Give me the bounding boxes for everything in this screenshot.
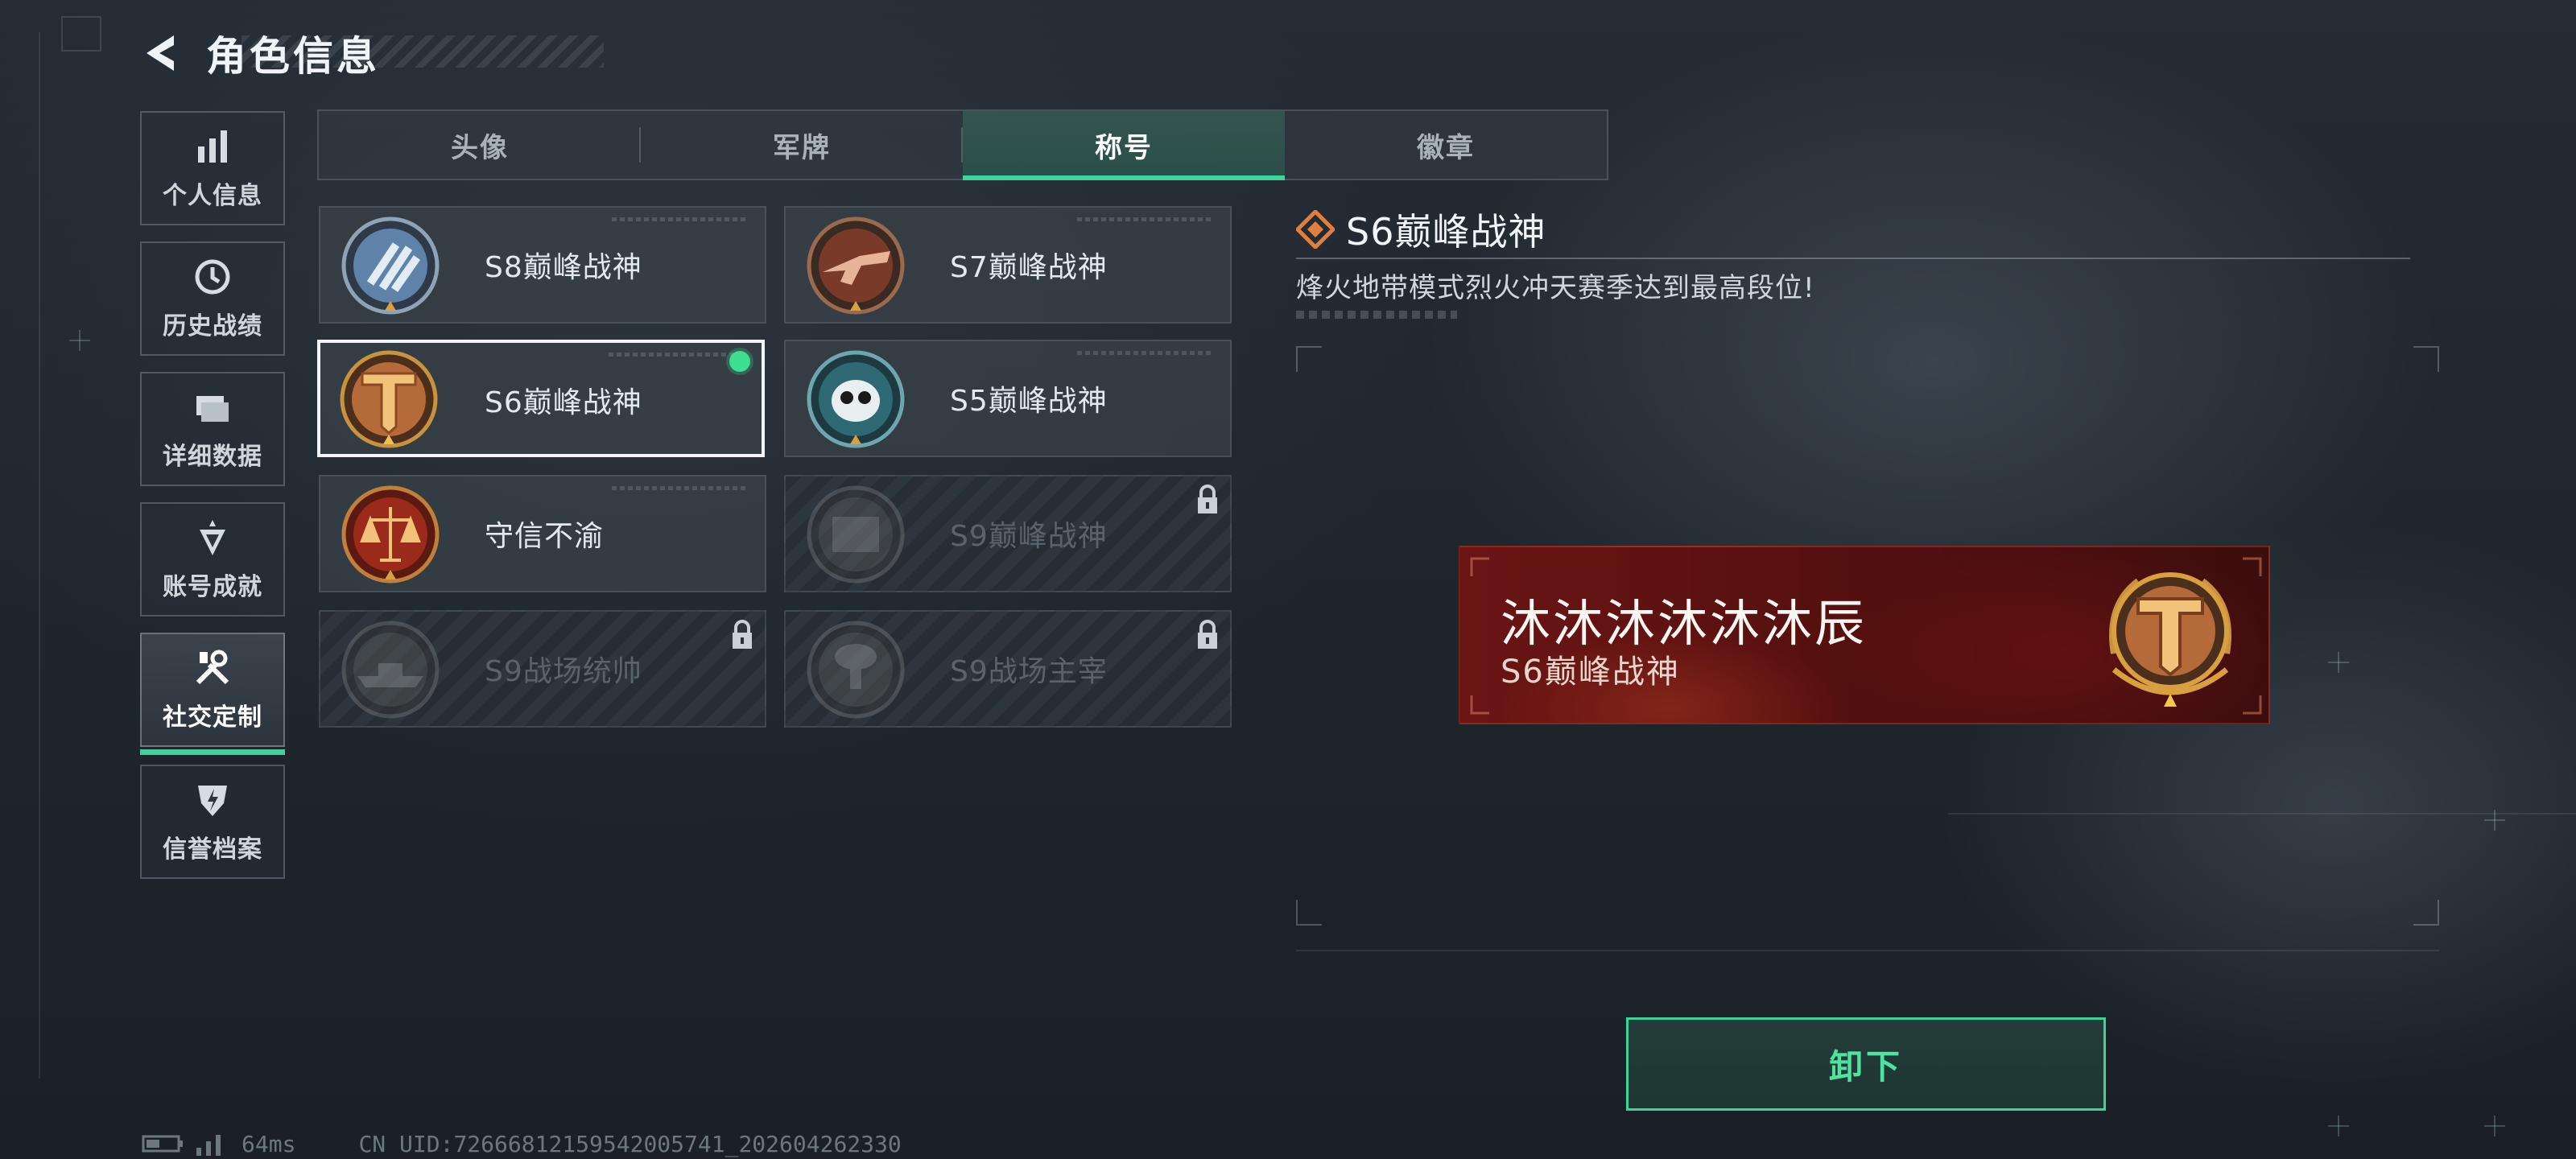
s7-emblem-icon [807, 217, 905, 315]
title-card-s6[interactable]: S6巅峰战神 [317, 340, 765, 457]
frame-corner [1296, 900, 1322, 926]
tab-avatar[interactable]: 头像 [319, 111, 641, 179]
s5-emblem-icon [807, 350, 905, 448]
status-bar: 64ms CN UID:72666812159542005741_2026042… [142, 1130, 902, 1157]
title-card-s8[interactable]: S8巅峰战神 [319, 206, 766, 324]
scales-emblem-icon [341, 485, 440, 584]
title-card-name: S9战场主宰 [950, 655, 1108, 688]
title-card-s9[interactable]: S9巅峰战神 [784, 475, 1232, 592]
warship-emblem-icon [341, 621, 440, 719]
detail-header: S6巅峰战神 [1296, 201, 2410, 259]
s9-emblem-icon [807, 485, 905, 584]
detail-description: 烽火地带模式烈火冲天赛季达到最高段位! [1296, 272, 1815, 304]
title-card-name: 守信不渝 [485, 520, 605, 553]
sidebar-item-label: 个人信息 [163, 182, 262, 210]
hud-line [39, 32, 40, 1079]
title-card-name: S5巅峰战神 [950, 385, 1108, 418]
card-code-decoration [612, 486, 749, 490]
tab-dog-tag[interactable]: 军牌 [641, 111, 963, 179]
tab-bar: 头像 军牌 称号 徽章 [317, 109, 1608, 180]
lock-icon [1198, 485, 1217, 514]
diamond-title-icon [1296, 210, 1335, 249]
title-card-name: S8巅峰战神 [485, 251, 642, 284]
back-arrow-icon[interactable] [138, 29, 187, 77]
lock-icon [733, 620, 752, 649]
s6-emblem-icon [340, 350, 438, 448]
title-card-name: S9巅峰战神 [950, 520, 1108, 553]
sidebar-item-label: 社交定制 [163, 703, 262, 732]
sidebar-item-label: 信誉档案 [163, 835, 262, 864]
tab-badge[interactable]: 徽章 [1285, 111, 1607, 179]
sidebar-item-label: 详细数据 [163, 443, 262, 471]
sidebar-item-label: 历史战绩 [163, 312, 262, 340]
title-card-s9-commander[interactable]: S9战场统帅 [319, 610, 766, 728]
title-card-name: S7巅峰战神 [950, 251, 1108, 284]
nameplate-player-name: 沐沐沐沐沐沐辰 [1501, 594, 1868, 653]
tools-icon [196, 650, 229, 685]
history-icon [195, 259, 230, 295]
hud-frame-corner [61, 16, 101, 52]
mushroom-cloud-emblem-icon [807, 621, 905, 719]
detail-title: S6巅峰战神 [1346, 210, 1546, 254]
frame-corner [2413, 900, 2439, 926]
nameplate-preview: 沐沐沐沐沐沐辰 S6巅峰战神 [1459, 546, 2270, 724]
sidebar-item-social-custom[interactable]: 社交定制 [140, 633, 285, 755]
frame-corner [2413, 346, 2439, 372]
unequip-button[interactable]: 卸下 [1626, 1017, 2106, 1111]
signal-icon [196, 1135, 221, 1156]
ping-value: 64ms [242, 1130, 296, 1157]
title-card-name: S6巅峰战神 [485, 386, 642, 419]
frame-corner [1296, 346, 1322, 372]
page-title: 角色信息 [206, 33, 380, 80]
hud-line [1296, 950, 2439, 951]
title-card-name: S9战场统帅 [485, 655, 642, 688]
battery-icon [142, 1135, 183, 1153]
bar-chart-icon [198, 130, 227, 163]
title-card-keep-faith[interactable]: 守信不渝 [319, 475, 766, 592]
sidebar-item-history[interactable]: 历史战绩 [140, 241, 285, 356]
sidebar-item-achievements[interactable]: 账号成就 [140, 502, 285, 617]
achievement-icon [200, 520, 225, 555]
folder-icon [196, 396, 229, 422]
hud-crosshair-icon [2328, 1116, 2349, 1136]
shield-bolt-icon [198, 786, 227, 816]
hud-crosshair-icon [2484, 1116, 2505, 1136]
hud-crosshair-icon [2484, 810, 2505, 831]
uid-text: CN UID:72666812159542005741_202604262330 [358, 1130, 902, 1157]
sidebar-item-label: 账号成就 [163, 573, 262, 601]
title-card-s7[interactable]: S7巅峰战神 [784, 206, 1232, 324]
s6-emblem-icon [2109, 572, 2231, 707]
detail-code-decoration [1296, 311, 1457, 319]
tab-title[interactable]: 称号 [963, 111, 1285, 180]
sidebar-item-reputation[interactable]: 信誉档案 [140, 765, 285, 879]
unequip-label: 卸下 [1828, 1046, 1903, 1087]
lock-icon [1198, 620, 1217, 649]
sidebar-item-personal-info[interactable]: 个人信息 [140, 111, 285, 225]
nameplate-title: S6巅峰战神 [1501, 654, 1680, 691]
header: 角色信息 [138, 23, 380, 84]
equipped-indicator [729, 351, 750, 372]
hud-crosshair-icon [69, 330, 90, 351]
sidebar-item-detailed-data[interactable]: 详细数据 [140, 372, 285, 486]
title-card-s5[interactable]: S5巅峰战神 [784, 340, 1232, 457]
s8-emblem-icon [341, 217, 440, 315]
title-card-s9-dominator[interactable]: S9战场主宰 [784, 610, 1232, 728]
